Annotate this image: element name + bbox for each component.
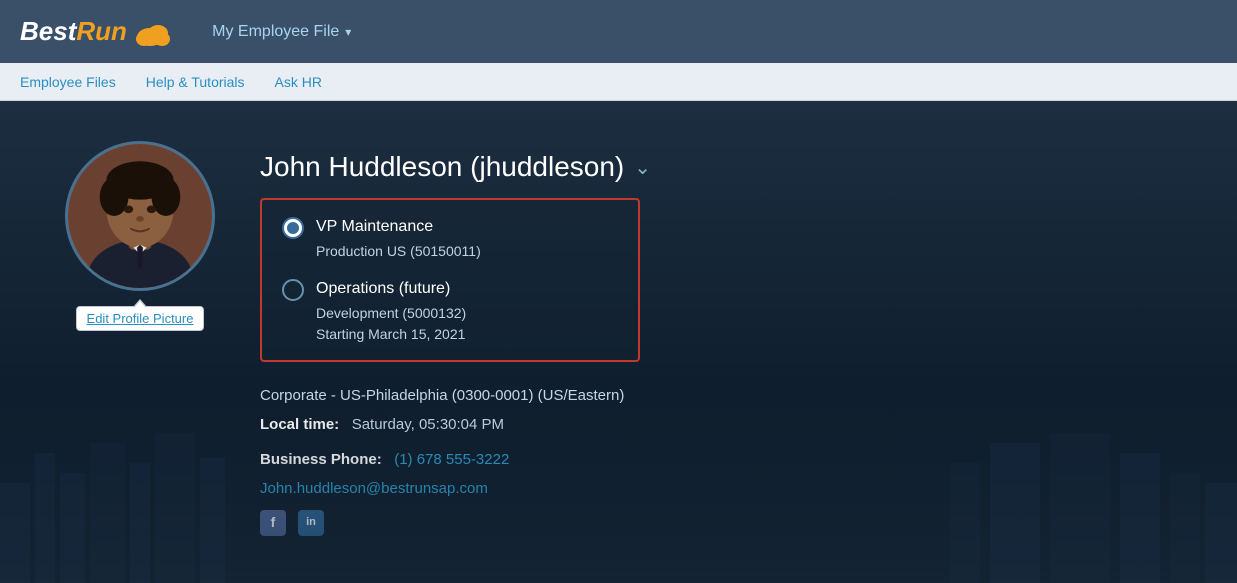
role-2-title: Operations (future) bbox=[316, 277, 466, 301]
location-value: Corporate - US-Philadelphia (0300-0001) … bbox=[260, 387, 624, 404]
edit-profile-picture-button[interactable]: Edit Profile Picture bbox=[87, 311, 194, 326]
my-employee-file-label: My Employee File bbox=[212, 23, 339, 41]
top-nav: BestRun My Employee File ▾ bbox=[0, 0, 1237, 63]
role-2-detail1: Development (5000132) bbox=[316, 303, 466, 324]
nav-ask-hr[interactable]: Ask HR bbox=[275, 66, 322, 98]
logo: BestRun bbox=[20, 16, 172, 47]
role-1-detail1: Production US (50150011) bbox=[316, 241, 481, 262]
avatar bbox=[65, 141, 215, 291]
brand-name: BestRun bbox=[20, 16, 172, 47]
nav-help-tutorials[interactable]: Help & Tutorials bbox=[146, 66, 245, 98]
skyline-decoration bbox=[0, 403, 1237, 583]
nav-employee-files[interactable]: Employee Files bbox=[20, 66, 116, 98]
role-2-detail2: Starting March 15, 2021 bbox=[316, 324, 466, 345]
main-content: Edit Profile Picture John Huddleson (jhu… bbox=[0, 101, 1237, 583]
logo-cloud-icon bbox=[136, 19, 172, 47]
role-option-1[interactable]: VP Maintenance Production US (50150011) bbox=[282, 215, 618, 262]
secondary-nav: Employee Files Help & Tutorials Ask HR bbox=[0, 63, 1237, 101]
role-selection-box: VP Maintenance Production US (50150011) … bbox=[260, 198, 640, 362]
role-option-2[interactable]: Operations (future) Development (5000132… bbox=[282, 277, 618, 345]
avatar-image bbox=[68, 141, 212, 291]
my-employee-file-menu[interactable]: My Employee File ▾ bbox=[212, 23, 351, 41]
radio-selected-icon[interactable] bbox=[282, 217, 304, 239]
dropdown-arrow-icon: ▾ bbox=[345, 25, 351, 39]
chevron-down-icon[interactable]: ⌄ bbox=[634, 155, 651, 180]
employee-name-header: John Huddleson (jhuddleson) ⌄ bbox=[260, 151, 1177, 183]
role-1-title: VP Maintenance bbox=[316, 215, 481, 239]
edit-profile-picture-tooltip: Edit Profile Picture bbox=[76, 306, 205, 331]
radio-unselected-icon[interactable] bbox=[282, 279, 304, 301]
employee-full-name: John Huddleson (jhuddleson) bbox=[260, 151, 624, 183]
